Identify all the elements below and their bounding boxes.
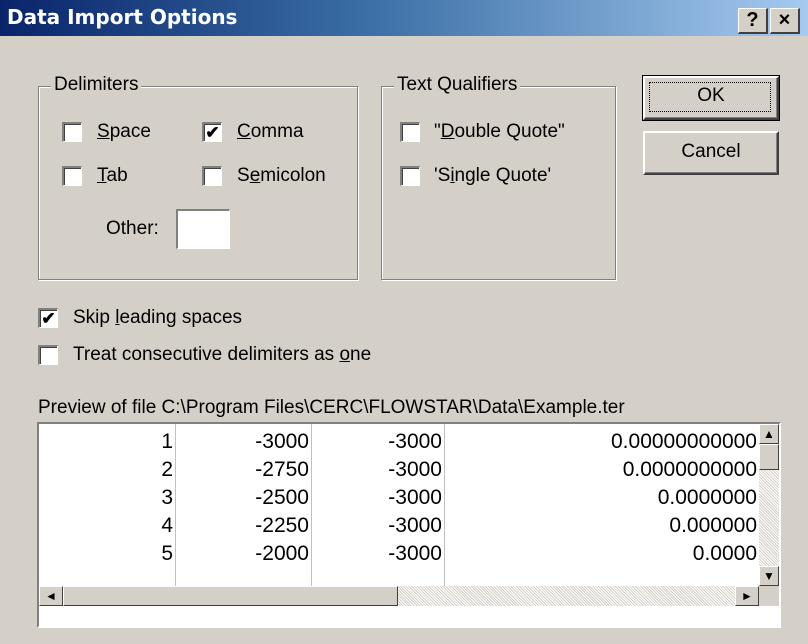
- semicolon-checkbox[interactable]: [202, 166, 222, 186]
- table-cell: 5: [161, 542, 173, 565]
- tab-label[interactable]: Tab: [97, 165, 128, 187]
- checkmark-icon: ✔: [205, 123, 220, 142]
- semicolon-label[interactable]: Semicolon: [237, 165, 326, 187]
- help-button[interactable]: ?: [738, 8, 768, 34]
- vertical-scroll-thumb[interactable]: [759, 444, 779, 470]
- delimiters-group-label: Delimiters: [51, 74, 142, 96]
- arrow-up-icon: ▲: [763, 427, 775, 441]
- double-quote-label[interactable]: "Double Quote": [434, 121, 565, 143]
- scroll-up-button[interactable]: ▲: [759, 424, 779, 444]
- ok-button[interactable]: OK: [642, 75, 780, 121]
- space-label-rest: pace: [109, 121, 151, 142]
- scroll-down-button[interactable]: ▼: [759, 566, 779, 586]
- table-cell: -3000: [388, 430, 442, 453]
- preview-label: Preview of file C:\Program Files\CERC\FL…: [38, 397, 625, 418]
- space-checkbox[interactable]: [62, 122, 82, 142]
- table-cell: 3: [161, 486, 173, 509]
- single-quote-checkbox[interactable]: [400, 166, 420, 186]
- arrow-right-icon: ►: [741, 589, 753, 603]
- arrow-left-icon: ◄: [45, 589, 57, 603]
- scrollbar-corner: [759, 586, 779, 606]
- close-button[interactable]: ×: [770, 8, 800, 34]
- other-label: Other:: [106, 218, 159, 239]
- table-cell: -2250: [255, 514, 309, 537]
- table-cell: -2500: [255, 486, 309, 509]
- table-cell: 0.000000: [669, 514, 757, 537]
- table-cell: 2: [161, 458, 173, 481]
- table-cell: 0.00000000000: [611, 430, 757, 453]
- window-title: Data Import Options: [7, 5, 238, 29]
- focus-rect: [649, 82, 771, 112]
- space-label[interactable]: Space: [97, 121, 151, 143]
- preview-grid[interactable]: 1 -3000 -3000 0.00000000000 2 -2750 -300…: [37, 422, 781, 628]
- text-qualifiers-group-label: Text Qualifiers: [394, 74, 521, 96]
- table-cell: 1: [161, 430, 173, 453]
- table-cell: -2000: [255, 542, 309, 565]
- table-cell: -3000: [388, 542, 442, 565]
- comma-checkbox[interactable]: ✔: [202, 122, 222, 142]
- scroll-left-button[interactable]: ◄: [39, 586, 63, 606]
- single-quote-label[interactable]: 'Single Quote': [434, 165, 551, 187]
- close-icon: ×: [778, 9, 791, 31]
- table-cell: -3000: [388, 458, 442, 481]
- other-delimiter-input[interactable]: [176, 209, 230, 249]
- tab-checkbox[interactable]: [62, 166, 82, 186]
- table-cell: 4: [161, 514, 173, 537]
- table-cell: -3000: [388, 514, 442, 537]
- skip-leading-spaces-checkbox[interactable]: ✔: [38, 308, 58, 328]
- horizontal-scroll-thumb[interactable]: [63, 586, 398, 606]
- table-cell: 0.0000: [692, 542, 757, 565]
- table-cell: 0.0000000: [657, 486, 757, 509]
- double-quote-checkbox[interactable]: [400, 122, 420, 142]
- cancel-button[interactable]: Cancel: [643, 131, 779, 175]
- skip-leading-spaces-label[interactable]: Skip leading spaces: [73, 307, 242, 329]
- scroll-right-button[interactable]: ►: [735, 586, 759, 606]
- table-cell: -2750: [255, 458, 309, 481]
- treat-consecutive-label[interactable]: Treat consecutive delimiters as one: [73, 344, 371, 366]
- treat-consecutive-checkbox[interactable]: [38, 345, 58, 365]
- table-cell: -3000: [388, 486, 442, 509]
- arrow-down-icon: ▼: [763, 569, 775, 583]
- table-cell: -3000: [255, 430, 309, 453]
- comma-label[interactable]: Comma: [237, 121, 304, 143]
- table-cell: 0.0000000000: [622, 458, 757, 481]
- checkmark-icon: ✔: [41, 309, 56, 328]
